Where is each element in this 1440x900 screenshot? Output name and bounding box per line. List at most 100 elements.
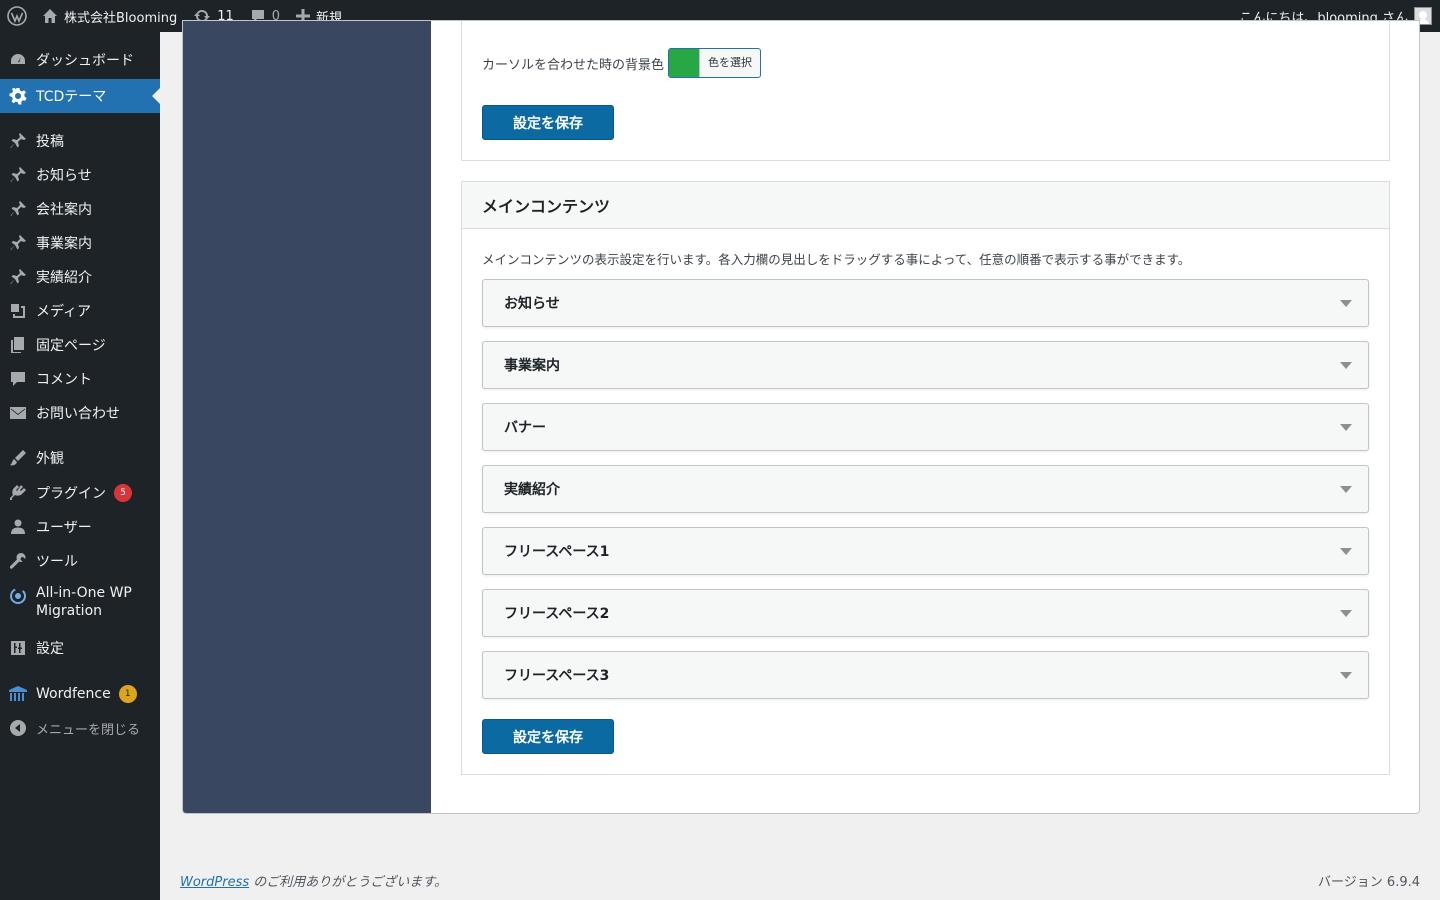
sidebar-item-label: ユーザー xyxy=(36,520,92,536)
sidebar-item-contact[interactable]: お問い合わせ xyxy=(0,396,160,430)
sidebar-item-tools[interactable]: ツール xyxy=(0,544,160,578)
chevron-down-icon xyxy=(1340,300,1352,307)
wordpress-logo-icon[interactable] xyxy=(0,0,34,32)
sidebar-item-dashboard[interactable]: ダッシュボード xyxy=(0,43,160,77)
footer-thanks: WordPress のご利用ありがとうございます。 xyxy=(180,871,447,890)
pin-icon xyxy=(0,166,36,184)
theme-options-nav xyxy=(183,21,431,813)
chevron-down-icon xyxy=(1340,610,1352,617)
home-icon xyxy=(42,8,58,24)
migration-icon xyxy=(0,584,36,605)
sidebar-item-label: プラグイン xyxy=(36,486,106,502)
sidebar-item-label: コメント xyxy=(36,372,92,388)
sidebar-item-label: ツール xyxy=(36,554,78,570)
save-button[interactable]: 設定を保存 xyxy=(482,719,614,754)
chevron-down-icon xyxy=(1340,486,1352,493)
sidebar-item-settings[interactable]: 設定 xyxy=(0,631,160,665)
accordion-label: フリースペース1 xyxy=(504,544,610,560)
chevron-down-icon xyxy=(1340,672,1352,679)
accordion-works[interactable]: 実績紹介 xyxy=(482,465,1369,513)
comment-icon xyxy=(0,370,36,388)
sidebar-item-pages[interactable]: 固定ページ xyxy=(0,328,160,362)
sidebar-item-comments[interactable]: コメント xyxy=(0,362,160,396)
collapse-icon xyxy=(0,719,36,737)
site-name-link[interactable]: 株式会社Blooming xyxy=(34,0,185,32)
wordfence-icon xyxy=(0,685,36,703)
accordion-label: 事業案内 xyxy=(504,358,560,374)
sidebar-item-posts[interactable]: 投稿 xyxy=(0,124,160,158)
accordion-label: フリースペース2 xyxy=(504,606,610,622)
chevron-down-icon xyxy=(1340,362,1352,369)
sidebar-item-label: 投稿 xyxy=(36,134,64,150)
gear-icon xyxy=(0,87,36,105)
sidebar-item-appearance[interactable]: 外観 xyxy=(0,441,160,475)
sidebar-item-migration[interactable]: All-in-One WP Migration xyxy=(0,584,160,628)
main-contents-description: メインコンテンツの表示設定を行います。各入力欄の見出しをドラッグする事によって、… xyxy=(482,252,1191,267)
sidebar-item-business[interactable]: 事業案内 xyxy=(0,226,160,260)
accordion-free-space-1[interactable]: フリースペース1 xyxy=(482,527,1369,575)
color-swatch xyxy=(669,49,700,77)
sidebar-item-tcd-theme[interactable]: TCDテーマ xyxy=(0,79,160,113)
accordion-banner[interactable]: バナー xyxy=(482,403,1369,451)
sidebar-item-label: 外観 xyxy=(36,451,64,467)
accordion-free-space-3[interactable]: フリースペース3 xyxy=(482,651,1369,699)
settings-icon xyxy=(0,639,36,657)
sidebar-item-works[interactable]: 実績紹介 xyxy=(0,260,160,294)
pin-icon xyxy=(0,268,36,286)
wordfence-badge: 1 xyxy=(118,685,137,703)
wordpress-link[interactable]: WordPress xyxy=(180,875,249,890)
sidebar-item-label: お問い合わせ xyxy=(36,406,120,422)
mail-icon xyxy=(0,404,36,422)
sidebar-item-label: Wordfence xyxy=(36,686,111,702)
sidebar-item-label: 会社案内 xyxy=(36,202,92,218)
user-icon xyxy=(0,518,36,536)
accordion-label: 実績紹介 xyxy=(504,482,560,498)
accordion-label: バナー xyxy=(504,420,546,436)
accordion-business[interactable]: 事業案内 xyxy=(482,341,1369,389)
admin-sidebar: ダッシュボード TCDテーマ 投稿 お知らせ 会社案内 事業案内 実績紹介 メデ… xyxy=(0,32,160,900)
footer-thanks-text: のご利用ありがとうございます。 xyxy=(249,875,447,890)
color-picker-button[interactable]: 色を選択 xyxy=(668,48,762,78)
pin-icon xyxy=(0,200,36,218)
pin-icon xyxy=(0,234,36,252)
accordion-news[interactable]: お知らせ xyxy=(482,279,1369,327)
sidebar-item-label: メニューを閉じる xyxy=(36,722,141,738)
sidebar-item-label: 事業案内 xyxy=(36,236,92,252)
sidebar-item-plugins[interactable]: プラグイン 5 xyxy=(0,476,160,510)
color-picker-label: 色を選択 xyxy=(699,49,760,77)
plugin-icon xyxy=(0,484,36,502)
footer-version: バージョン 6.9.4 xyxy=(1318,875,1420,890)
brush-icon xyxy=(0,449,36,467)
sidebar-item-wordfence[interactable]: Wordfence 1 xyxy=(0,677,160,711)
main-contents-box: メインコンテンツ メインコンテンツの表示設定を行います。各入力欄の見出しをドラッ… xyxy=(461,181,1390,775)
sidebar-item-label: 固定ページ xyxy=(36,338,106,354)
sidebar-item-users[interactable]: ユーザー xyxy=(0,510,160,544)
hover-bg-label: カーソルを合わせた時の背景色 xyxy=(482,57,665,73)
hover-bg-color-row: カーソルを合わせた時の背景色 色を選択 xyxy=(482,48,762,78)
sidebar-item-label: All-in-One WP Migration xyxy=(36,585,132,619)
main-contents-title: メインコンテンツ xyxy=(462,182,1389,229)
accordion-free-space-2[interactable]: フリースペース2 xyxy=(482,589,1369,637)
sidebar-item-label: メディア xyxy=(36,304,92,320)
collapse-menu-button[interactable]: メニューを閉じる xyxy=(0,711,160,745)
sidebar-item-label: ダッシュボード xyxy=(36,53,134,69)
wrench-icon xyxy=(0,552,36,570)
hover-settings-box: カーソルを合わせた時の背景色 色を選択 設定を保存 xyxy=(461,21,1390,161)
sidebar-item-company[interactable]: 会社案内 xyxy=(0,192,160,226)
theme-options-panel: カーソルを合わせた時の背景色 色を選択 設定を保存 メインコンテンツ メインコン… xyxy=(182,20,1420,814)
save-button[interactable]: 設定を保存 xyxy=(482,105,614,140)
media-icon xyxy=(0,302,36,320)
site-name: 株式会社Blooming xyxy=(64,10,178,26)
accordion-label: お知らせ xyxy=(504,296,560,312)
page-icon xyxy=(0,336,36,354)
sidebar-item-label: 設定 xyxy=(36,641,64,657)
sidebar-item-news[interactable]: お知らせ xyxy=(0,158,160,192)
sidebar-item-label: TCDテーマ xyxy=(36,89,107,105)
chevron-down-icon xyxy=(1340,424,1352,431)
plugins-update-badge: 5 xyxy=(114,484,132,502)
dashboard-icon xyxy=(0,51,36,69)
accordion-label: フリースペース3 xyxy=(504,668,610,684)
pin-icon xyxy=(0,132,36,150)
sidebar-item-label: お知らせ xyxy=(36,168,92,184)
sidebar-item-media[interactable]: メディア xyxy=(0,294,160,328)
